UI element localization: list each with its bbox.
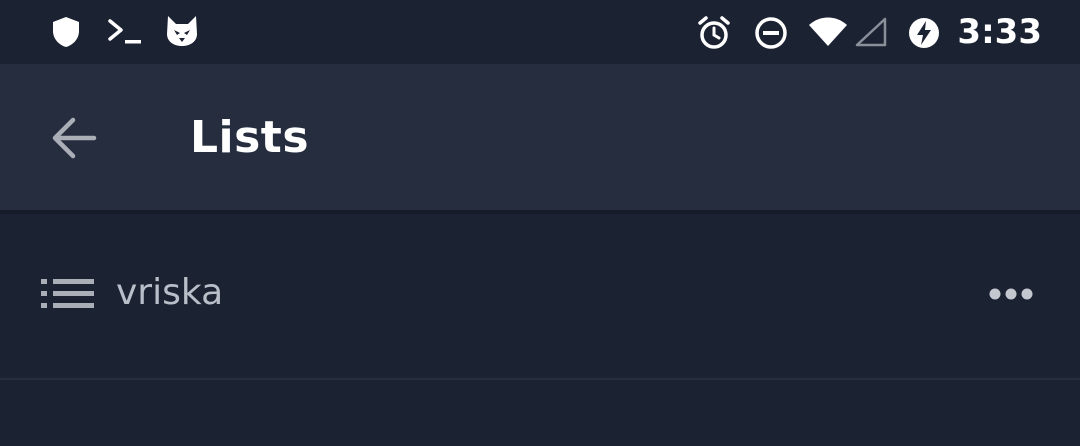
list-item[interactable]: vriska <box>0 214 1080 378</box>
battery-saver-icon <box>909 18 939 48</box>
list-icon <box>41 279 94 308</box>
cell-signal-icon <box>855 17 887 47</box>
more-horizontal-icon <box>989 288 1033 300</box>
wifi-icon <box>809 17 847 46</box>
status-bar: 3:33 <box>0 0 1080 64</box>
do-not-disturb-icon <box>755 17 787 49</box>
back-button[interactable] <box>36 102 112 174</box>
status-time: 3:33 <box>957 12 1042 52</box>
list-item-label: vriska <box>116 272 224 313</box>
app-bar: Lists <box>0 64 1080 210</box>
shield-icon <box>53 17 79 47</box>
arrow-left-icon <box>52 117 97 159</box>
husky-icon <box>167 16 197 46</box>
alarm-icon <box>698 16 730 49</box>
list-item-menu-button[interactable] <box>976 268 1046 320</box>
list-divider <box>0 378 1080 380</box>
terminal-icon <box>108 19 141 44</box>
page-title: Lists <box>190 112 310 163</box>
